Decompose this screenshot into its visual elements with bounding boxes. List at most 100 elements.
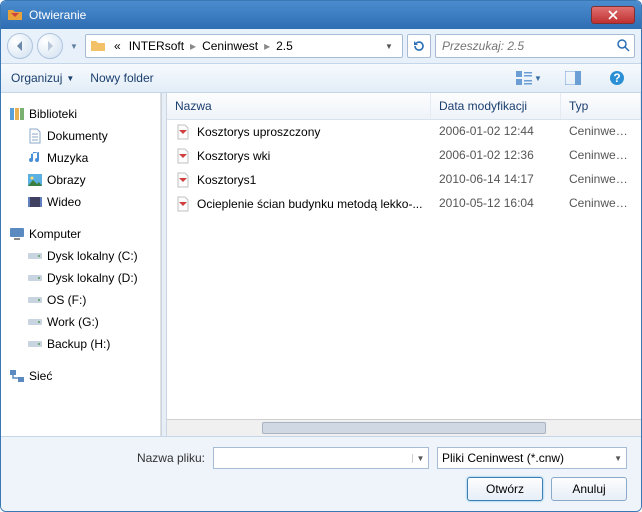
computer-icon: [9, 226, 25, 242]
history-dropdown[interactable]: ▼: [67, 33, 81, 59]
cnw-file-icon: [175, 124, 191, 140]
tree-pictures[interactable]: Obrazy: [5, 169, 156, 191]
tree-drive-d[interactable]: Dysk lokalny (D:): [5, 267, 156, 289]
file-type-cell: Ceninwest Fi: [561, 122, 641, 142]
preview-pane-button[interactable]: [559, 67, 587, 89]
file-name-cell: Kosztorys uproszczony: [167, 122, 431, 142]
breadcrumb-seg-1[interactable]: INTERsoft: [125, 39, 188, 53]
file-row[interactable]: Kosztorys wki2006-01-02 12:36Ceninwest F…: [167, 144, 641, 168]
breadcrumb-seg-3[interactable]: 2.5: [272, 39, 297, 53]
column-name[interactable]: Nazwa: [167, 93, 431, 119]
filename-label: Nazwa pliku:: [15, 451, 205, 465]
cnw-file-icon: [175, 172, 191, 188]
preview-icon: [565, 71, 581, 85]
tree-documents[interactable]: Dokumenty: [5, 125, 156, 147]
filename-input[interactable]: [214, 451, 412, 465]
drive-icon: [27, 248, 43, 264]
close-button[interactable]: [591, 6, 635, 24]
search-input[interactable]: [440, 38, 616, 54]
drive-icon: [27, 314, 43, 330]
tree-drive-g[interactable]: Work (G:): [5, 311, 156, 333]
open-button[interactable]: Otwórz: [467, 477, 543, 501]
file-list-area: Nazwa Data modyfikacji Typ Kosztorys upr…: [167, 93, 641, 436]
organize-menu[interactable]: Organizuj▼: [11, 71, 74, 85]
column-headers: Nazwa Data modyfikacji Typ: [167, 93, 641, 120]
tree-drive-f[interactable]: OS (F:): [5, 289, 156, 311]
arrow-right-icon: [44, 40, 56, 52]
tree-videos[interactable]: Wideo: [5, 191, 156, 213]
content-area: Biblioteki Dokumenty Muzyka Obrazy Wideo…: [1, 93, 641, 437]
breadcrumb-seg-2[interactable]: Ceninwest: [198, 39, 262, 53]
chevron-down-icon: ▼: [70, 42, 78, 51]
drive-icon: [27, 292, 43, 308]
column-type[interactable]: Typ: [561, 93, 641, 119]
tree-drive-h[interactable]: Backup (H:): [5, 333, 156, 355]
new-folder-button[interactable]: Nowy folder: [90, 71, 153, 85]
breadcrumb-dropdown[interactable]: ▼: [380, 42, 398, 51]
refresh-icon: [412, 39, 426, 53]
pictures-icon: [27, 172, 43, 188]
chevron-down-icon: ▼: [614, 454, 622, 463]
document-icon: [27, 128, 43, 144]
search-icon[interactable]: [616, 38, 630, 55]
refresh-button[interactable]: [407, 34, 431, 58]
chevron-right-icon: ▸: [188, 39, 198, 53]
file-row[interactable]: Kosztorys12010-06-14 14:17Ceninwest Fi: [167, 168, 641, 192]
filename-dropdown[interactable]: ▼: [412, 454, 428, 463]
drive-icon: [27, 336, 43, 352]
cnw-file-icon: [175, 148, 191, 164]
tree-music[interactable]: Muzyka: [5, 147, 156, 169]
horizontal-scrollbar[interactable]: [167, 419, 641, 436]
search-box[interactable]: [435, 34, 635, 58]
chevron-right-icon: ▸: [262, 39, 272, 53]
view-icon: [516, 71, 532, 85]
window-title: Otwieranie: [29, 8, 591, 22]
filename-combo[interactable]: ▼: [213, 447, 429, 469]
libraries-icon: [9, 106, 25, 122]
close-icon: [608, 10, 618, 20]
file-name-cell: Kosztorys wki: [167, 146, 431, 166]
scrollbar-thumb[interactable]: [262, 422, 546, 434]
nav-bar: ▼ « INTERsoft ▸ Ceninwest ▸ 2.5 ▼: [1, 29, 641, 63]
arrow-left-icon: [14, 40, 26, 52]
breadcrumb[interactable]: « INTERsoft ▸ Ceninwest ▸ 2.5 ▼: [85, 34, 403, 58]
help-button[interactable]: ?: [603, 67, 631, 89]
app-icon: [7, 7, 23, 23]
file-row[interactable]: Ocieplenie ścian budynku metodą lekko-..…: [167, 192, 641, 216]
svg-text:?: ?: [613, 71, 620, 85]
tree-drive-c[interactable]: Dysk lokalny (C:): [5, 245, 156, 267]
tree-computer[interactable]: Komputer: [5, 223, 156, 245]
toolbar: Organizuj▼ Nowy folder ▼ ?: [1, 63, 641, 93]
cnw-file-icon: [175, 196, 191, 212]
drive-icon: [27, 270, 43, 286]
file-grid: Nazwa Data modyfikacji Typ Kosztorys upr…: [167, 93, 641, 419]
forward-button[interactable]: [37, 33, 63, 59]
file-date-cell: 2010-06-14 14:17: [431, 170, 561, 190]
bottom-panel: Nazwa pliku: ▼ Pliki Ceninwest (*.cnw) ▼…: [1, 437, 641, 511]
back-button[interactable]: [7, 33, 33, 59]
network-icon: [9, 368, 25, 384]
file-type-cell: Ceninwest Fi: [561, 170, 641, 190]
navigation-tree: Biblioteki Dokumenty Muzyka Obrazy Wideo…: [1, 93, 161, 436]
file-name-cell: Ocieplenie ścian budynku metodą lekko-..…: [167, 194, 431, 214]
tree-network[interactable]: Sieć: [5, 365, 156, 387]
breadcrumb-prefix[interactable]: «: [110, 39, 125, 53]
file-date-cell: 2010-05-12 16:04: [431, 194, 561, 214]
file-date-cell: 2006-01-02 12:44: [431, 122, 561, 142]
column-date[interactable]: Data modyfikacji: [431, 93, 561, 119]
video-icon: [27, 194, 43, 210]
music-icon: [27, 150, 43, 166]
open-dialog: Otwieranie ▼ « INTERsoft ▸ Ceninwest ▸ 2…: [0, 0, 642, 512]
tree-libraries[interactable]: Biblioteki: [5, 103, 156, 125]
view-mode-button[interactable]: ▼: [515, 67, 543, 89]
cancel-button[interactable]: Anuluj: [551, 477, 627, 501]
chevron-down-icon: ▼: [534, 74, 542, 83]
chevron-down-icon: ▼: [66, 74, 74, 83]
file-type-cell: Ceninwest Fi: [561, 194, 641, 214]
titlebar: Otwieranie: [1, 1, 641, 29]
help-icon: ?: [609, 70, 625, 86]
filetype-filter[interactable]: Pliki Ceninwest (*.cnw) ▼: [437, 447, 627, 469]
file-date-cell: 2006-01-02 12:36: [431, 146, 561, 166]
file-name-cell: Kosztorys1: [167, 170, 431, 190]
file-row[interactable]: Kosztorys uproszczony2006-01-02 12:44Cen…: [167, 120, 641, 144]
